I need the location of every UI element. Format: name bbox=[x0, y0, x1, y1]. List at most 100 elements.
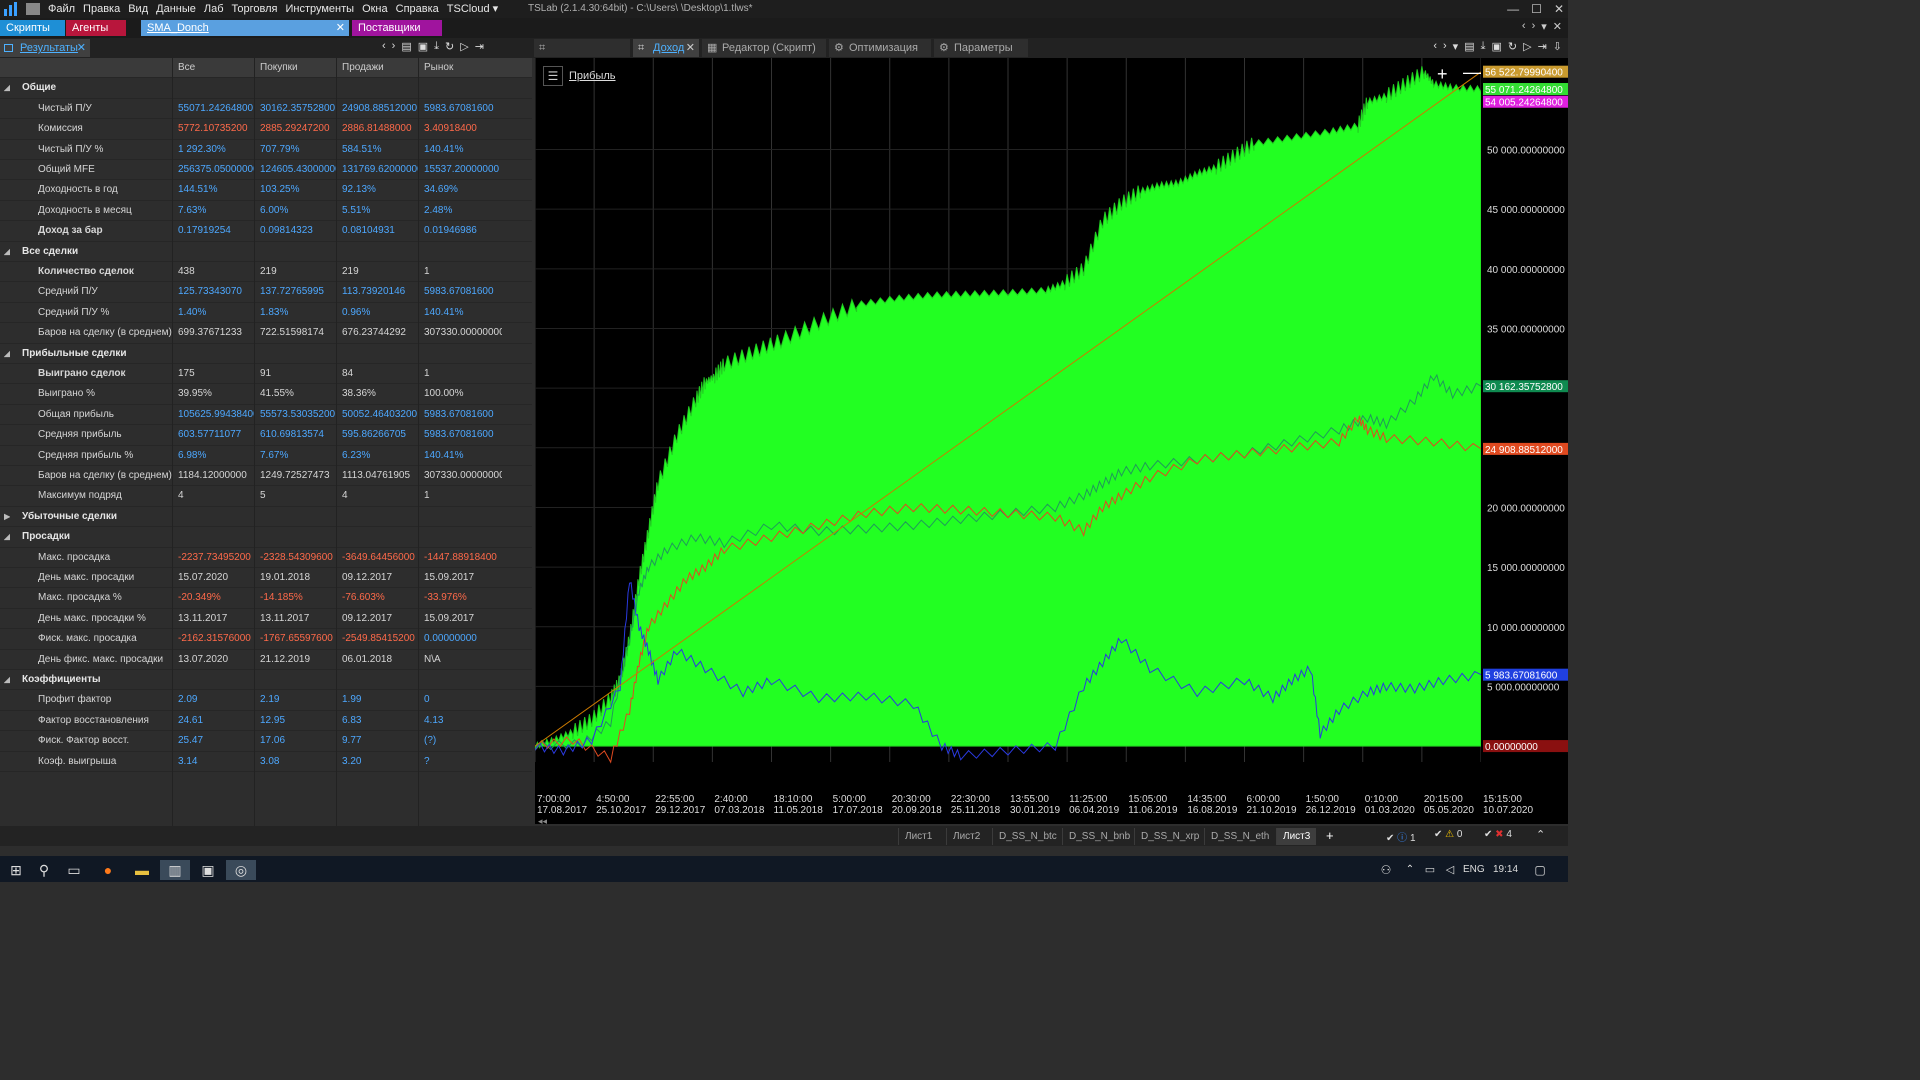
prev-icon[interactable]: ‹ bbox=[1433, 40, 1437, 53]
expand-icon[interactable]: ▶ bbox=[4, 507, 10, 526]
table-row[interactable]: Доходность в год 144.51% 103.25% 92.13% 34.6… bbox=[0, 180, 532, 201]
table-row[interactable]: День макс. просадки 15.07.2020 19.01.2018 0… bbox=[0, 568, 532, 589]
section-row[interactable]: ◢ Коэффициенты bbox=[0, 670, 532, 691]
next-icon[interactable]: › bbox=[1443, 40, 1447, 53]
firefox-icon[interactable]: ● bbox=[96, 860, 120, 880]
close-icon[interactable]: ✕ bbox=[1553, 20, 1562, 33]
menu-item[interactable]: Торговля bbox=[228, 0, 282, 18]
tab-providers[interactable]: Поставщики bbox=[352, 20, 442, 36]
network-app-icon[interactable]: ▣ bbox=[196, 860, 220, 880]
zoom-out-icon[interactable]: — bbox=[1463, 62, 1481, 82]
open-icon[interactable]: ▤ bbox=[1464, 40, 1474, 53]
menu-item[interactable]: Вид bbox=[124, 0, 152, 18]
table-row[interactable]: Средняя прибыль 603.57711077 610.69813574 5… bbox=[0, 425, 532, 446]
menu-item[interactable]: Правка bbox=[79, 0, 124, 18]
table-row[interactable]: Чистый П/У 55071.24264800 30162.35752800 24… bbox=[0, 99, 532, 120]
explorer-icon[interactable]: ▬ bbox=[130, 860, 154, 880]
table-row[interactable]: Максимум подряд 4 5 4 1 bbox=[0, 486, 532, 507]
status-warn[interactable]: ✔ ⚠ 0 bbox=[1434, 829, 1462, 840]
export-icon[interactable]: ⤓ bbox=[434, 40, 439, 53]
table-row[interactable]: Средний П/У 125.73343070 137.72765995 113.7… bbox=[0, 282, 532, 303]
save-icon[interactable] bbox=[26, 3, 40, 15]
step-icon[interactable]: ⇥ bbox=[1538, 40, 1547, 53]
sheet-tab[interactable]: D_SS_N_eth bbox=[1204, 828, 1275, 845]
refresh-icon[interactable]: ↻ bbox=[1508, 40, 1517, 53]
section-row[interactable]: ◢ Все сделки bbox=[0, 242, 532, 262]
tab-parameters[interactable]: ⚙ Параметры bbox=[934, 39, 1028, 57]
tab-agents[interactable]: Агенты bbox=[66, 20, 126, 36]
table-row[interactable]: Макс. просадка % -20.349% -14.185% -76.603%… bbox=[0, 588, 532, 609]
menu-item[interactable]: Файл bbox=[44, 0, 79, 18]
menu-item[interactable]: Лаб bbox=[200, 0, 228, 18]
step-icon[interactable]: ⇥ bbox=[475, 40, 484, 53]
close-tab-icon[interactable]: ✕ bbox=[686, 39, 695, 57]
column-header[interactable] bbox=[6, 58, 172, 77]
menu-item[interactable]: Инструменты bbox=[281, 0, 358, 18]
table-row[interactable]: Комиссия 5772.10735200 2885.29247200 2886.8… bbox=[0, 119, 532, 140]
menu-item[interactable]: Данные bbox=[152, 0, 200, 18]
table-row[interactable]: Выиграно сделок 175 91 84 1 bbox=[0, 364, 532, 385]
person-icon[interactable]: ⚇ bbox=[1374, 860, 1398, 880]
table-row[interactable]: Коэф. выигрыша 3.14 3.08 3.20? bbox=[0, 752, 532, 772]
save-icon[interactable]: ▣ bbox=[1491, 40, 1501, 53]
collapse-icon[interactable]: ◢ bbox=[4, 242, 10, 261]
close-tab-icon[interactable]: ✕ bbox=[336, 20, 345, 36]
maximize-icon[interactable]: ☐ bbox=[1531, 0, 1542, 18]
prev-icon[interactable]: ‹ bbox=[382, 40, 386, 53]
table-row[interactable]: Выиграно % 39.95% 41.55% 38.36% 100.00% bbox=[0, 384, 532, 405]
windows-start-icon[interactable]: ⊞ bbox=[4, 860, 28, 880]
table-row[interactable]: Баров на сделку (в среднем) 699.37671233 7… bbox=[0, 323, 532, 344]
menu-item[interactable]: Окна bbox=[358, 0, 392, 18]
save-icon[interactable]: ▣ bbox=[418, 40, 428, 53]
zoom-in-icon[interactable]: + bbox=[1437, 64, 1448, 84]
table-row[interactable]: Количество сделок 438 219 219 1 bbox=[0, 262, 532, 283]
sheet-tab[interactable]: Лист1 bbox=[898, 828, 938, 845]
scroll-left-icon[interactable]: ◂◂ bbox=[538, 816, 547, 827]
sheet-tab[interactable]: D_SS_N_xrp bbox=[1134, 828, 1205, 845]
clock[interactable]: 19:14 bbox=[1493, 864, 1518, 875]
table-row[interactable]: Доход за бар 0.17919254 0.09814323 0.081049… bbox=[0, 221, 532, 242]
volume-icon[interactable]: ◁ bbox=[1438, 860, 1462, 880]
column-header[interactable]: Рынок bbox=[424, 58, 502, 77]
table-row[interactable]: Фактор восстановления 24.61 12.95 6.83 4.13 bbox=[0, 711, 532, 732]
collapse-icon[interactable]: ◢ bbox=[4, 527, 10, 546]
table-row[interactable]: Средняя прибыль % 6.98% 7.67% 6.23% 140.41% bbox=[0, 446, 532, 466]
open-icon[interactable]: ▤ bbox=[401, 40, 411, 53]
chart-menu-icon[interactable]: ☰ bbox=[543, 66, 563, 86]
menu-item[interactable]: Справка bbox=[392, 0, 443, 18]
table-row[interactable]: Общий MFE 256375.05000000 124605.43000000 1… bbox=[0, 160, 532, 181]
play-icon[interactable]: ▷ bbox=[1523, 40, 1531, 53]
tab-blank[interactable]: ⌗ bbox=[534, 39, 630, 57]
minimize-icon[interactable]: — bbox=[1507, 0, 1519, 18]
language-indicator[interactable]: ENG bbox=[1463, 864, 1485, 875]
section-row[interactable]: ◢ Общие bbox=[0, 78, 532, 99]
tab-scripts[interactable]: Скрипты bbox=[0, 20, 65, 36]
status-info[interactable]: ✔ ⓘ 1 bbox=[1386, 829, 1416, 844]
tab-optimization[interactable]: ⚙ Оптимизация bbox=[829, 39, 931, 57]
export-icon[interactable]: ⤓ bbox=[1481, 40, 1486, 53]
section-row[interactable]: ◢ Просадки bbox=[0, 527, 532, 548]
table-row[interactable]: Средний П/У % 1.40% 1.83% 0.96% 140.41% bbox=[0, 303, 532, 324]
table-row[interactable]: Макс. просадка -2237.73495200 -2328.543096… bbox=[0, 548, 532, 568]
play-icon[interactable]: ▷ bbox=[460, 40, 468, 53]
column-header[interactable]: Покупки bbox=[260, 58, 336, 77]
sheet-tab[interactable]: Лист3 bbox=[1276, 828, 1317, 845]
tslab-taskbar-icon[interactable]: ▥ bbox=[160, 860, 190, 880]
menu-item[interactable]: TSCloud ▾ bbox=[443, 0, 502, 18]
collapse-icon[interactable]: ◢ bbox=[4, 78, 10, 97]
column-header[interactable]: Продажи bbox=[342, 58, 418, 77]
collapse-icon[interactable]: ⌃ bbox=[1536, 828, 1545, 841]
next-icon[interactable]: › bbox=[1532, 20, 1536, 33]
prev-icon[interactable]: ‹ bbox=[1522, 20, 1526, 33]
refresh-icon[interactable]: ↻ bbox=[445, 40, 454, 53]
income-chart[interactable]: 5 000.00000000 10 000.00000000 15 000.0000… bbox=[534, 58, 1568, 824]
sheet-tab[interactable]: D_SS_N_bnb bbox=[1062, 828, 1136, 845]
tab-income[interactable]: ⌗ Доход ✕ bbox=[633, 39, 699, 57]
sheet-tab[interactable]: D_SS_N_btc bbox=[992, 828, 1063, 845]
collapse-icon[interactable]: ◢ bbox=[4, 670, 10, 689]
tab-sma-donch[interactable]: SMA_Donch ✕ bbox=[141, 20, 349, 36]
table-row[interactable]: Общая прибыль 105625.99438400 55573.530352… bbox=[0, 405, 532, 426]
table-row[interactable]: Чистый П/У % 1 292.30% 707.79% 584.51% 140.4… bbox=[0, 140, 532, 160]
dropdown-icon[interactable]: ▾ bbox=[1453, 40, 1459, 53]
app-icon[interactable]: ◎ bbox=[226, 860, 256, 880]
